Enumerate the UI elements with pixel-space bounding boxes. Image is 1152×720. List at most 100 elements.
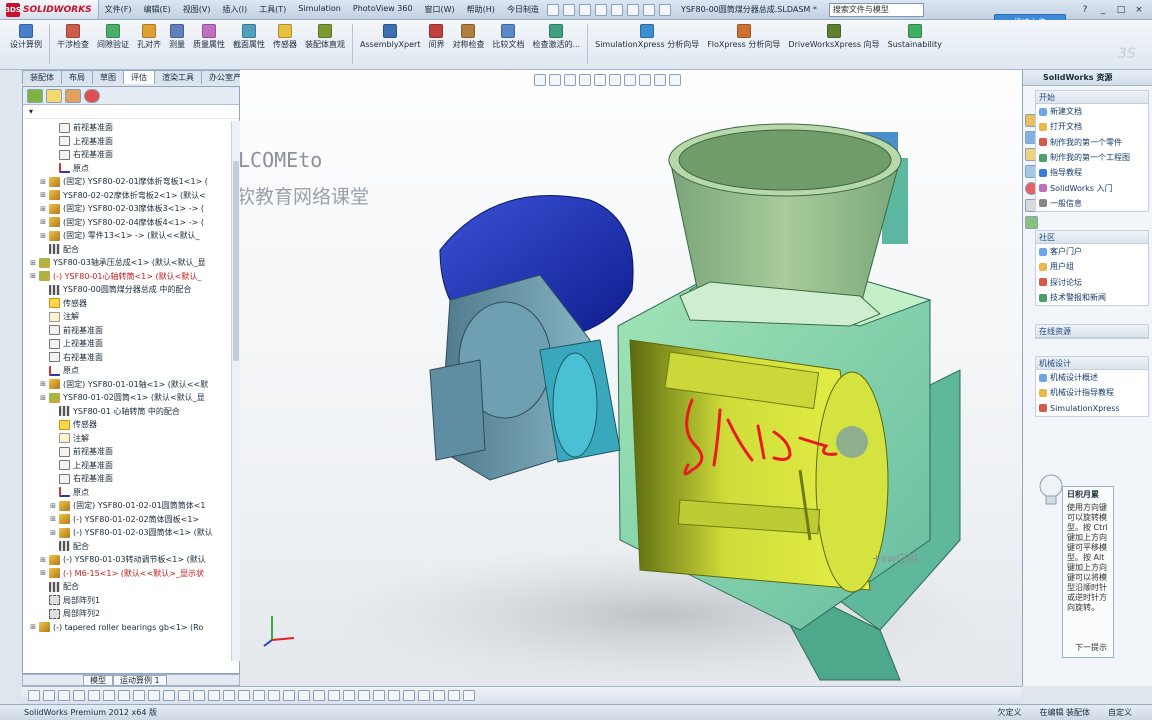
- command-tab[interactable]: 草图: [92, 70, 124, 84]
- expand-icon[interactable]: ⊞: [29, 272, 37, 280]
- command-5[interactable]: 测量: [165, 24, 189, 49]
- toolbar-tool-icon[interactable]: [73, 690, 85, 701]
- tree-item[interactable]: 前视基准面: [23, 121, 231, 135]
- toolbar-tool-icon[interactable]: [178, 690, 190, 701]
- expand-icon[interactable]: ⊞: [39, 569, 47, 577]
- command-7[interactable]: 截面属性: [229, 24, 269, 49]
- resource-link[interactable]: 指导教程: [1036, 165, 1148, 180]
- command-16[interactable]: FloXpress 分析向导: [703, 24, 784, 49]
- feature-tree-tab-icon[interactable]: [27, 88, 43, 103]
- tree-scrollbar[interactable]: [231, 121, 240, 661]
- toolbar-tool-icon[interactable]: [238, 690, 250, 701]
- forum-icon[interactable]: [1025, 216, 1038, 229]
- tree-item[interactable]: ⊞ YSF80-02-02摩体折弯板2<1> (默认<: [23, 189, 231, 203]
- command-tab[interactable]: 装配体: [22, 70, 62, 84]
- tree-item[interactable]: 传感器: [23, 297, 231, 311]
- solidworks-logo[interactable]: 3DS SOLIDWORKS: [0, 0, 99, 19]
- tree-item[interactable]: ⊞ (固定) YSF80-02-01摩体折弯板1<1> (: [23, 175, 231, 189]
- open-icon[interactable]: [562, 3, 575, 16]
- toolbar-tool-icon[interactable]: [58, 690, 70, 701]
- new-icon[interactable]: [546, 3, 559, 16]
- tree-item[interactable]: ⊞ (-) YSF80-01-02-03圆筒体<1> (默认: [23, 526, 231, 540]
- menu-item[interactable]: 窗口(W): [419, 4, 461, 15]
- expand-icon[interactable]: ⊞: [39, 191, 47, 199]
- expand-icon[interactable]: ⊞: [39, 232, 47, 240]
- resource-link[interactable]: 机械设计指导教程: [1036, 385, 1148, 400]
- expand-icon[interactable]: ⊞: [29, 259, 37, 267]
- menu-item[interactable]: 编辑(E): [138, 4, 177, 15]
- command-11[interactable]: 间界: [424, 24, 448, 49]
- expand-icon[interactable]: ⊞: [39, 178, 47, 186]
- tree-item[interactable]: 注解: [23, 432, 231, 446]
- resource-section-title[interactable]: 机械设计: [1036, 357, 1148, 370]
- resource-link[interactable]: SimulationXpress: [1036, 401, 1148, 416]
- scrollbar-thumb[interactable]: [233, 161, 239, 361]
- command-17[interactable]: DriveWorksXpress 向导: [784, 24, 883, 49]
- display-manager-tab-icon[interactable]: [84, 88, 100, 103]
- resource-link[interactable]: 制作我的第一个工程图: [1036, 150, 1148, 165]
- expand-icon[interactable]: ⊞: [39, 556, 47, 564]
- window-control-button[interactable]: □: [1114, 4, 1128, 16]
- tree-item[interactable]: ⊞ (固定) YSF80-01-01轴<1> (默认<<默: [23, 378, 231, 392]
- toolbar-tool-icon[interactable]: [358, 690, 370, 701]
- tree-filter[interactable]: ▾: [23, 105, 239, 119]
- tree-item[interactable]: 传感器: [23, 418, 231, 432]
- command-2[interactable]: 干涉检查: [53, 24, 93, 49]
- expand-icon[interactable]: ⊞: [39, 380, 47, 388]
- tree-item[interactable]: 右视基准面: [23, 351, 231, 365]
- command-tab[interactable]: 渲染工具: [154, 70, 202, 84]
- toolbar-tool-icon[interactable]: [298, 690, 310, 701]
- toolbar-tool-icon[interactable]: [388, 690, 400, 701]
- tree-item[interactable]: 原点: [23, 162, 231, 176]
- toolbar-tool-icon[interactable]: [313, 690, 325, 701]
- status-item[interactable]: 欠定义: [997, 707, 1021, 718]
- tree-item[interactable]: 右视基准面: [23, 472, 231, 486]
- tree-item[interactable]: 前视基准面: [23, 445, 231, 459]
- resource-section-title[interactable]: 社区: [1036, 231, 1148, 244]
- command-10[interactable]: AssemblyXpert: [356, 24, 424, 49]
- expand-icon[interactable]: ⊞: [49, 502, 57, 510]
- tree-item[interactable]: ⊞ (固定) 零件13<1> -> (默认<<默认_: [23, 229, 231, 243]
- tree-item[interactable]: ⊞ YSF80-01-02圆筒<1> (默认<默认_显: [23, 391, 231, 405]
- command-6[interactable]: 质量属性: [189, 24, 229, 49]
- toolbar-tool-icon[interactable]: [418, 690, 430, 701]
- next-tip-link[interactable]: 下一提示: [1075, 643, 1107, 653]
- expand-icon[interactable]: ⊞: [49, 515, 57, 523]
- command-15[interactable]: SimulationXpress 分析向导: [591, 24, 703, 49]
- command-9[interactable]: 装配体直观: [301, 24, 349, 49]
- rebuild-icon[interactable]: [642, 3, 655, 16]
- menu-item[interactable]: 视图(V): [177, 4, 217, 15]
- expand-icon[interactable]: ⊞: [39, 394, 47, 402]
- window-control-button[interactable]: _: [1096, 4, 1110, 16]
- tree-item[interactable]: ⊞ (-) tapered roller bearings gb<1> (Ro: [23, 621, 231, 635]
- toolbar-tool-icon[interactable]: [28, 690, 40, 701]
- undo-icon[interactable]: [610, 3, 623, 16]
- toolbar-tool-icon[interactable]: [88, 690, 100, 701]
- resource-link[interactable]: 一般信息: [1036, 196, 1148, 211]
- toolbar-tool-icon[interactable]: [148, 690, 160, 701]
- tree-item[interactable]: 配合: [23, 243, 231, 257]
- toolbar-tool-icon[interactable]: [328, 690, 340, 701]
- resource-link[interactable]: 机械设计概述: [1036, 370, 1148, 385]
- options-icon[interactable]: [658, 3, 671, 16]
- resource-link[interactable]: 用户组: [1036, 259, 1148, 274]
- tree-item[interactable]: 前视基准面: [23, 324, 231, 338]
- menu-item[interactable]: PhotoView 360: [347, 4, 419, 15]
- tree-item[interactable]: 配合: [23, 540, 231, 554]
- resource-link[interactable]: 新建文档: [1036, 104, 1148, 119]
- resource-link[interactable]: 制作我的第一个零件: [1036, 135, 1148, 150]
- tree-item[interactable]: 注解: [23, 310, 231, 324]
- toolbar-tool-icon[interactable]: [373, 690, 385, 701]
- tree-item[interactable]: 上视基准面: [23, 337, 231, 351]
- 3d-model[interactable]: [240, 70, 1022, 686]
- toolbar-tool-icon[interactable]: [208, 690, 220, 701]
- tree-item[interactable]: 局部阵列2: [23, 607, 231, 621]
- tree-item[interactable]: YSF80-00圆筒煤分器总成 中的配合: [23, 283, 231, 297]
- expand-icon[interactable]: ⊞: [49, 529, 57, 537]
- menu-item[interactable]: 插入(I): [217, 4, 254, 15]
- command-8[interactable]: 传感器: [269, 24, 301, 49]
- tree-item[interactable]: YSF80-01 心轴转筒 中的配合: [23, 405, 231, 419]
- tree-item[interactable]: 局部阵列1: [23, 594, 231, 608]
- menu-item[interactable]: 工具(T): [253, 4, 292, 15]
- print-icon[interactable]: [594, 3, 607, 16]
